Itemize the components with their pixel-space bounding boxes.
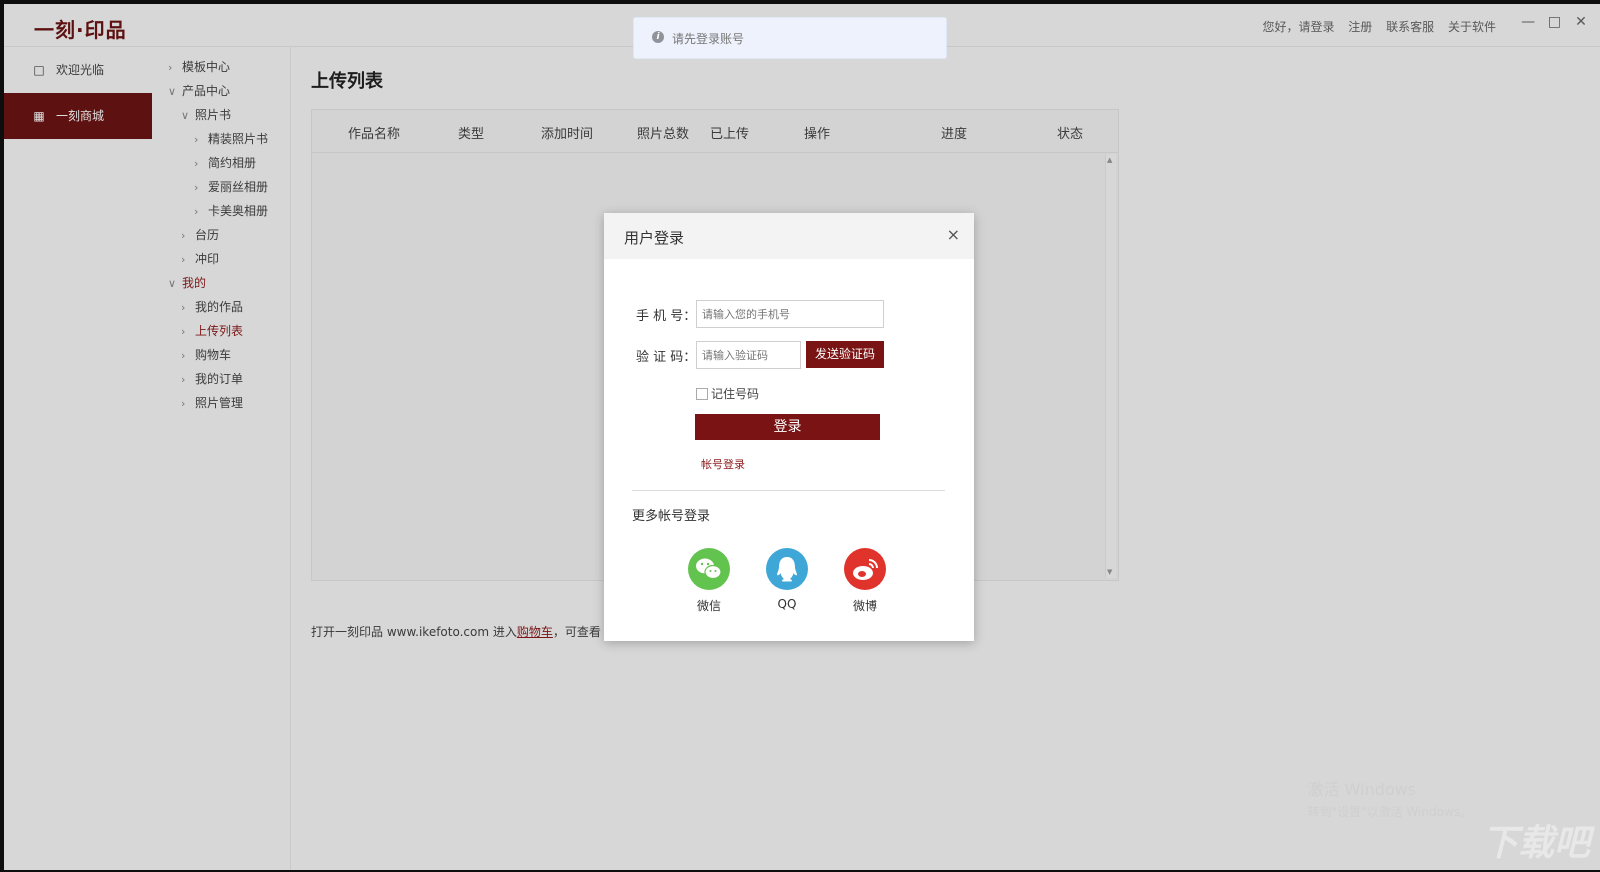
wechat-icon [688, 548, 730, 590]
wechat-login[interactable]: 微信 [687, 548, 731, 614]
code-label: 验 证 码： [636, 350, 697, 365]
login-dialog: 用户登录 × 手 机 号： 验 证 码： 发送验证码 记住号码 登录 帐号登录 … [604, 213, 974, 641]
watermark-line1: 激活 Windows [1307, 780, 1417, 799]
close-icon[interactable]: × [947, 225, 960, 244]
more-login-label: 更多帐号登录 [632, 509, 711, 524]
phone-label: 手 机 号： [636, 309, 697, 324]
toast-text: 请先登录账号 [672, 32, 745, 46]
login-required-toast: i 请先登录账号 [633, 17, 947, 59]
info-icon: i [652, 31, 664, 43]
qq-login[interactable]: QQ [765, 548, 809, 611]
watermark-line2: 转到"设置"以激活 Windows。 [1307, 805, 1472, 819]
qq-label: QQ [777, 597, 797, 611]
qq-icon [766, 548, 808, 590]
remember-label: 记住号码 [711, 387, 760, 401]
weibo-icon [844, 548, 886, 590]
send-code-button[interactable]: 发送验证码 [806, 341, 884, 368]
phone-input[interactable] [696, 300, 884, 328]
weibo-label: 微博 [852, 599, 877, 613]
account-login-link[interactable]: 帐号登录 [701, 456, 745, 472]
wechat-label: 微信 [696, 599, 721, 613]
windows-activation-watermark: 激活 Windows 转到"设置"以激活 Windows。 [1308, 776, 1472, 820]
site-watermark: 下载吧 [1481, 823, 1590, 864]
dialog-header: 用户登录 × [604, 213, 974, 259]
remember-checkbox[interactable] [696, 388, 708, 400]
dialog-title: 用户登录 [624, 229, 685, 247]
divider [632, 490, 945, 491]
verify-code-input[interactable] [696, 341, 801, 369]
login-button[interactable]: 登录 [695, 414, 880, 440]
weibo-login[interactable]: 微博 [843, 548, 887, 614]
